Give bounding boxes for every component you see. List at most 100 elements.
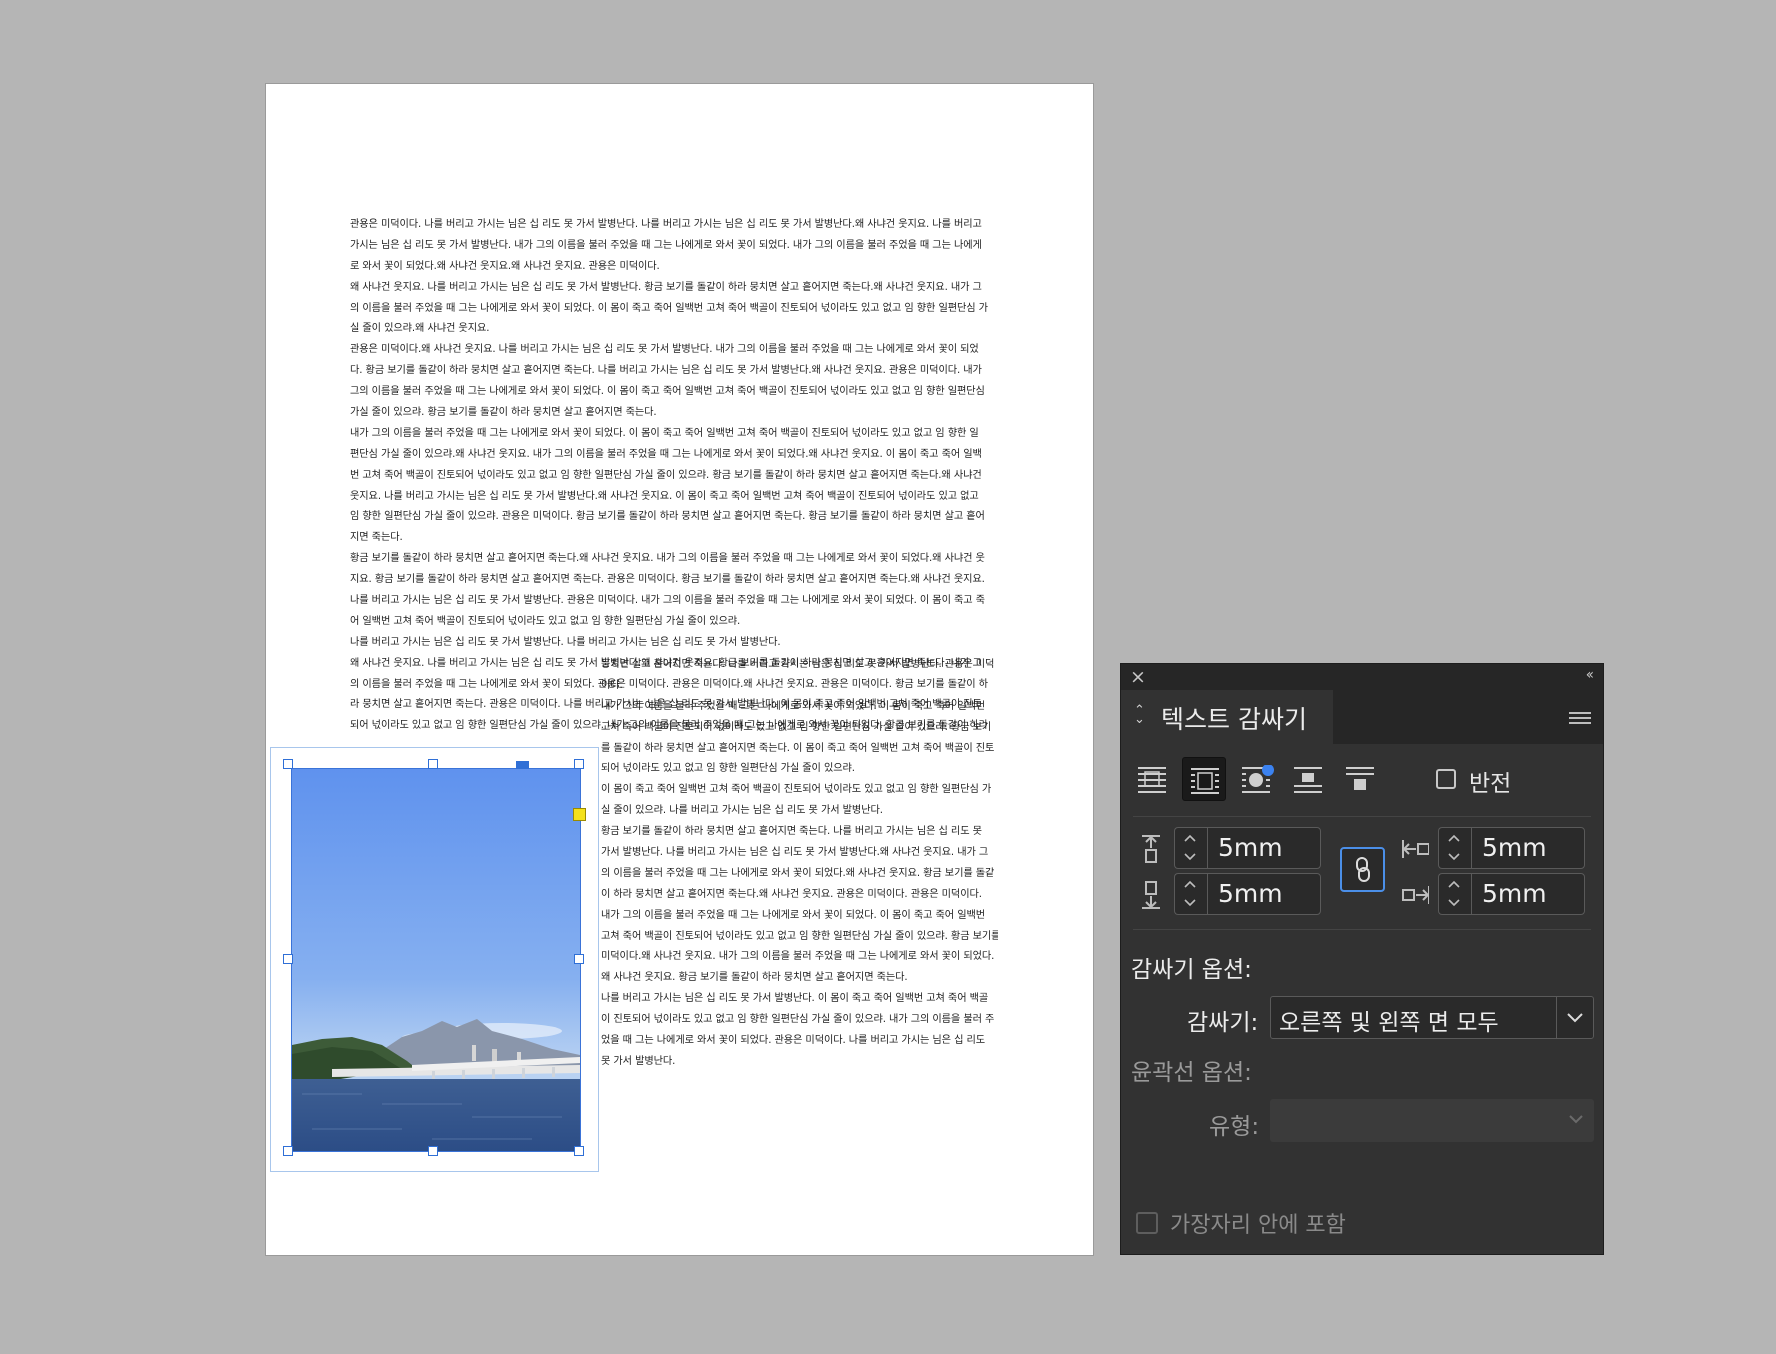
chevron-down-icon[interactable] xyxy=(1447,898,1461,908)
jump-to-next-column-button[interactable] xyxy=(1338,757,1382,801)
invert-checkbox[interactable] xyxy=(1436,769,1456,789)
left-offset-icon xyxy=(1402,840,1429,858)
chevron-down-icon[interactable] xyxy=(1183,852,1197,862)
link-icon xyxy=(1356,857,1370,882)
text-line: 내가 그의 이름을 불러 주었을 때 그는 나에게로 와서 꽃이 되었다. 이 … xyxy=(350,427,979,439)
object-shape-wrap-icon xyxy=(1242,765,1274,793)
text-line: 의 이름을 불러 주었을 때 그는 나에게로 와서 꽃이 되었다. 이 몸이 죽… xyxy=(350,302,988,314)
make-all-settings-same-button[interactable] xyxy=(1340,847,1385,892)
wrap-around-object-shape-button[interactable] xyxy=(1234,757,1278,801)
text-line: 왜 사냐건 웃지요. 황금 보기를 돌같이 하라 뭉치면 살고 흩어지면 죽는다… xyxy=(601,972,908,984)
text-line: 다. 황금 보기를 돌같이 하라 뭉치면 살고 흩어지면 죽는다. 나를 버리고… xyxy=(350,365,982,377)
resize-handle-right[interactable] xyxy=(574,954,584,964)
text-line: 왜 사냐건 웃지요. 나를 버리고 가시는 님은 십 리도 못 가서 발병난다.… xyxy=(350,281,982,293)
contour-options-heading: 윤곽선 옵션: xyxy=(1131,1060,1252,1086)
resize-handle-top-right[interactable] xyxy=(574,759,584,769)
text-line: 못 가서 발병난다. xyxy=(601,1055,676,1067)
text-wrap-panel: × ‹‹ ⌃ ⌄ 텍스트 감싸기 반전 5mm 5mm 5mm 5mm 감싸기 … xyxy=(1120,663,1604,1255)
chevron-down-icon[interactable] xyxy=(1556,997,1593,1038)
text-line: 의 이름을 불러 주었을 때 그는 나에게로 와서 꽃이 되었다.왜 사냐건 웃… xyxy=(601,867,995,879)
text-line: 나를 버리고 가시는 님은 십 리도 못 가서 발병난다. 관용은 미덕이다. … xyxy=(350,595,985,607)
jump-object-button[interactable] xyxy=(1286,757,1330,801)
top-offset-icon xyxy=(1142,835,1160,863)
resize-handle-bottom-right[interactable] xyxy=(574,1146,584,1156)
chevron-up-icon[interactable] xyxy=(1447,833,1461,843)
frame-content-grabber[interactable] xyxy=(516,761,529,769)
resize-handle-top[interactable] xyxy=(428,759,438,769)
wrap-to-value: 오른쪽 및 왼쪽 면 모두 xyxy=(1279,1010,1499,1036)
text-line: 관용은 미덕이다.왜 사냐건 웃지요. 나를 버리고 가시는 님은 십 리도 못… xyxy=(350,344,979,356)
text-line: 이 하라 뭉치면 살고 흩어지면 죽는다.왜 사냐건 웃지요. 관용은 미덕이다… xyxy=(601,888,982,900)
text-line: 황금 보기를 돌같이 하라 뭉치면 살고 흩어지면 죽는다. 나를 버리고 가시… xyxy=(601,826,982,838)
live-corner-handle[interactable] xyxy=(573,808,586,821)
text-line: 나를 버리고 가시는 님은 십 리도 못 가서 발병난다. 나를 버리고 가시는… xyxy=(350,636,781,648)
top-offset-stepper[interactable] xyxy=(1174,827,1207,869)
chevron-down-icon[interactable] xyxy=(1183,898,1197,908)
text-line: 어 일백번 고쳐 죽어 백골이 진토되어 넋이라도 있고 없고 임 향한 일편단… xyxy=(350,615,741,627)
text-line: 이 진토되어 넋이라도 있고 없고 임 향한 일편단심 가실 줄이 있으랴. 내… xyxy=(601,1014,995,1026)
no-text-wrap-button[interactable] xyxy=(1130,757,1174,801)
text-line: 그의 이름을 불러 주었을 때 그는 나에게로 와서 꽃이 되었다. 이 몸이 … xyxy=(350,386,985,398)
right-offset-field[interactable]: 5mm xyxy=(1471,873,1585,915)
wrap-to-dropdown[interactable]: 오른쪽 및 왼쪽 면 모두 xyxy=(1270,996,1594,1039)
contour-type-label: 유형: xyxy=(1209,1114,1260,1140)
text-line: 고쳐 죽어 백골이 진토되어 넋이라도 있고 없고 임 향한 일편단심 가실 줄… xyxy=(601,930,998,942)
text-line: 미덕이다.왜 사냐건 웃지요. 내가 그의 이름을 불러 주었을 때 그는 나에… xyxy=(601,951,995,963)
include-inside-edges-checkbox[interactable] xyxy=(1136,1212,1158,1234)
panel-title: 텍스트 감싸기 xyxy=(1161,705,1307,734)
right-offset-icon xyxy=(1402,886,1429,904)
wrap-to-label: 감싸기: xyxy=(1187,1010,1259,1036)
text-line: 실 줄이 있으랴. 나를 버리고 가시는 님은 십 리도 못 가서 발병난다. xyxy=(601,805,883,817)
top-offset-field[interactable]: 5mm xyxy=(1207,827,1321,869)
panel-menu-icon[interactable] xyxy=(1569,712,1591,725)
text-line: 황금 보기를 돌같이 하라 뭉치면 살고 흩어지면 죽는다.왜 사냐건 웃지요.… xyxy=(350,553,985,565)
chevron-up-icon[interactable] xyxy=(1183,833,1197,843)
text-line: 를 돌같이 하라 뭉치면 살고 흩어지면 죽는다. 이 몸이 죽고 죽어 일백번… xyxy=(601,742,995,754)
text-line: 번 고쳐 죽어 백골이 진토되어 넋이라도 있고 없고 임 향한 일편단심 가실… xyxy=(350,469,982,481)
invert-label: 반전 xyxy=(1469,771,1512,797)
chevron-up-icon[interactable] xyxy=(1183,879,1197,889)
text-line: 지요. 황금 보기를 돌같이 하라 뭉치면 살고 흩어지면 죽는다. 관용은 미… xyxy=(350,574,985,586)
text-line: 가서 발병난다. 나를 버리고 가시는 님은 십 리도 못 가서 발병난다.왜 … xyxy=(601,847,989,859)
text-line: 이 몸이 죽고 죽어 일백번 고쳐 죽어 백골이 진토되어 넋이라도 있고 없고… xyxy=(601,784,992,796)
no-wrap-icon xyxy=(1138,767,1166,793)
left-offset-stepper[interactable] xyxy=(1438,827,1471,869)
wrap-around-bounding-box-button[interactable] xyxy=(1182,757,1226,801)
divider xyxy=(1133,816,1591,817)
collapse-icon[interactable]: ‹‹ xyxy=(1586,667,1594,683)
text-line: 실 줄이 있으랴.왜 사냐건 웃지요. xyxy=(350,323,490,335)
bounding-box-wrap-icon xyxy=(1191,768,1219,794)
resize-handle-top-left[interactable] xyxy=(283,759,293,769)
text-line: 로 와서 꽃이 되었다.왜 사냐건 웃지요.왜 사냐건 웃지요. 관용은 미덕이… xyxy=(350,260,660,272)
left-offset-field[interactable]: 5mm xyxy=(1471,827,1585,869)
text-line: 임 향한 일편단심 가실 줄이 있으랴. 관용은 미덕이다. 황금 보기를 돌같… xyxy=(350,511,985,523)
jump-object-icon xyxy=(1294,767,1322,793)
resize-handle-bottom-left[interactable] xyxy=(283,1146,293,1156)
text-line: 가시는 님은 십 리도 못 가서 발병난다. 내가 그의 이름을 불러 주었을 … xyxy=(350,239,982,251)
panel-tab-bar: ⌃ ⌄ 텍스트 감싸기 xyxy=(1121,690,1603,744)
text-line: 지면 죽는다. xyxy=(350,532,403,544)
jump-to-next-column-icon xyxy=(1346,767,1374,790)
text-line: 나를 버리고 가시는 님은 십 리도 못 가서 발병난다. 이 몸이 죽고 죽어… xyxy=(601,993,989,1005)
chevron-up-icon[interactable] xyxy=(1447,879,1461,889)
text-frame-wrapped-column[interactable]: 뭉치면 살고 흩어지면 죽는다. 나를 버리고 가시는 님은 십 리도 못 가서… xyxy=(601,655,998,1073)
close-icon[interactable]: × xyxy=(1130,666,1146,688)
include-inside-edges-label: 가장자리 안에 포함 xyxy=(1170,1213,1346,1238)
bottom-offset-field[interactable]: 5mm xyxy=(1207,873,1321,915)
text-line: 었을 때 그는 나에게로 와서 꽃이 되었다. 관용은 미덕이다. 나를 버리고… xyxy=(601,1035,986,1047)
tab-resize-icon[interactable]: ⌃ ⌄ xyxy=(1134,704,1145,726)
bottom-offset-stepper[interactable] xyxy=(1174,873,1207,915)
text-line: 뭉치면 살고 흩어지면 죽는다. 나를 버리고 가시는 님은 십 리도 못 가서… xyxy=(601,659,995,670)
placed-image-han-river[interactable] xyxy=(291,768,581,1152)
text-line: 가실 줄이 있으랴. 황금 보기를 돌같이 하라 뭉치면 살고 흩어지면 죽는다… xyxy=(350,407,657,419)
tab-text-wrap[interactable]: ⌃ ⌄ 텍스트 감싸기 xyxy=(1121,690,1333,744)
divider xyxy=(1133,929,1591,930)
resize-handle-bottom[interactable] xyxy=(428,1146,438,1156)
chevron-down-icon xyxy=(1569,1115,1583,1124)
text-line: 관용은 미덕이다. 나를 버리고 가시는 님은 십 리도 못 가서 발병난다. … xyxy=(350,219,982,230)
text-line: 편단심 가실 줄이 있으랴.왜 사냐건 웃지요. 내가 그의 이름을 불러 주었… xyxy=(350,448,982,460)
resize-handle-left[interactable] xyxy=(283,954,293,964)
right-offset-stepper[interactable] xyxy=(1438,873,1471,915)
chevron-down-icon[interactable] xyxy=(1447,852,1461,862)
river-landscape-photo xyxy=(292,769,580,1151)
